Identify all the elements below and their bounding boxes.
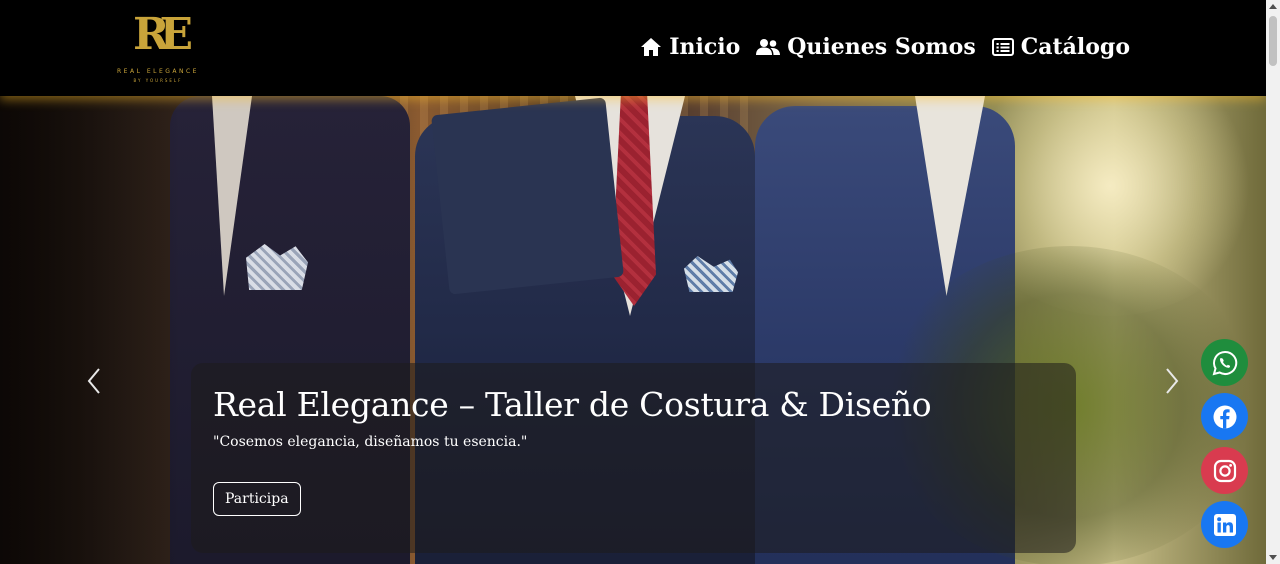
logo-name: REAL ELEGANCE xyxy=(117,68,199,75)
chevron-left-icon xyxy=(87,368,100,394)
facebook-button[interactable] xyxy=(1201,393,1248,440)
linkedin-icon xyxy=(1213,513,1236,536)
nav-catalogo[interactable]: Catálogo xyxy=(991,34,1130,60)
carousel-prev-button[interactable] xyxy=(82,366,106,396)
list-icon xyxy=(991,38,1014,56)
background-dark-fade xyxy=(0,96,180,564)
linkedin-button[interactable] xyxy=(1201,501,1248,548)
home-icon xyxy=(641,38,662,56)
nav-inicio[interactable]: Inicio xyxy=(640,34,740,60)
page-scrollbar[interactable] xyxy=(1266,0,1280,564)
nav-catalogo-label: Catálogo xyxy=(1020,34,1130,60)
hero-title: Real Elegance – Taller de Costura & Dise… xyxy=(213,385,932,424)
site-header: RE REAL ELEGANCE BY YOURSELF Inicio Quie… xyxy=(0,0,1266,96)
hero-subtitle: "Cosemos elegancia, diseñamos tu esencia… xyxy=(213,434,528,450)
instagram-icon xyxy=(1213,459,1236,482)
logo-tagline: BY YOURSELF xyxy=(133,78,183,83)
scroll-up-arrow-icon[interactable] xyxy=(1269,4,1277,9)
nav-quienes-somos-label: Quienes Somos xyxy=(787,34,976,60)
instagram-button[interactable] xyxy=(1201,447,1248,494)
nav-inicio-label: Inicio xyxy=(669,34,741,60)
users-icon xyxy=(756,39,781,55)
participa-button[interactable]: Participa xyxy=(213,482,301,516)
whatsapp-icon xyxy=(1212,350,1237,375)
whatsapp-button[interactable] xyxy=(1201,339,1248,386)
carousel-next-button[interactable] xyxy=(1160,366,1184,396)
facebook-icon xyxy=(1213,405,1236,428)
nav-quienes-somos[interactable]: Quienes Somos xyxy=(756,34,976,60)
chevron-right-icon xyxy=(1166,368,1179,394)
brand-logo[interactable]: RE REAL ELEGANCE BY YOURSELF xyxy=(112,12,204,86)
hero-caption: Real Elegance – Taller de Costura & Dise… xyxy=(191,363,1076,553)
main-nav: Inicio Quienes Somos Catálogo xyxy=(640,34,1130,60)
folded-trousers xyxy=(431,97,624,295)
scroll-down-arrow-icon[interactable] xyxy=(1269,555,1277,560)
logo-monogram: RE xyxy=(132,9,193,60)
scroll-thumb[interactable] xyxy=(1269,16,1277,66)
